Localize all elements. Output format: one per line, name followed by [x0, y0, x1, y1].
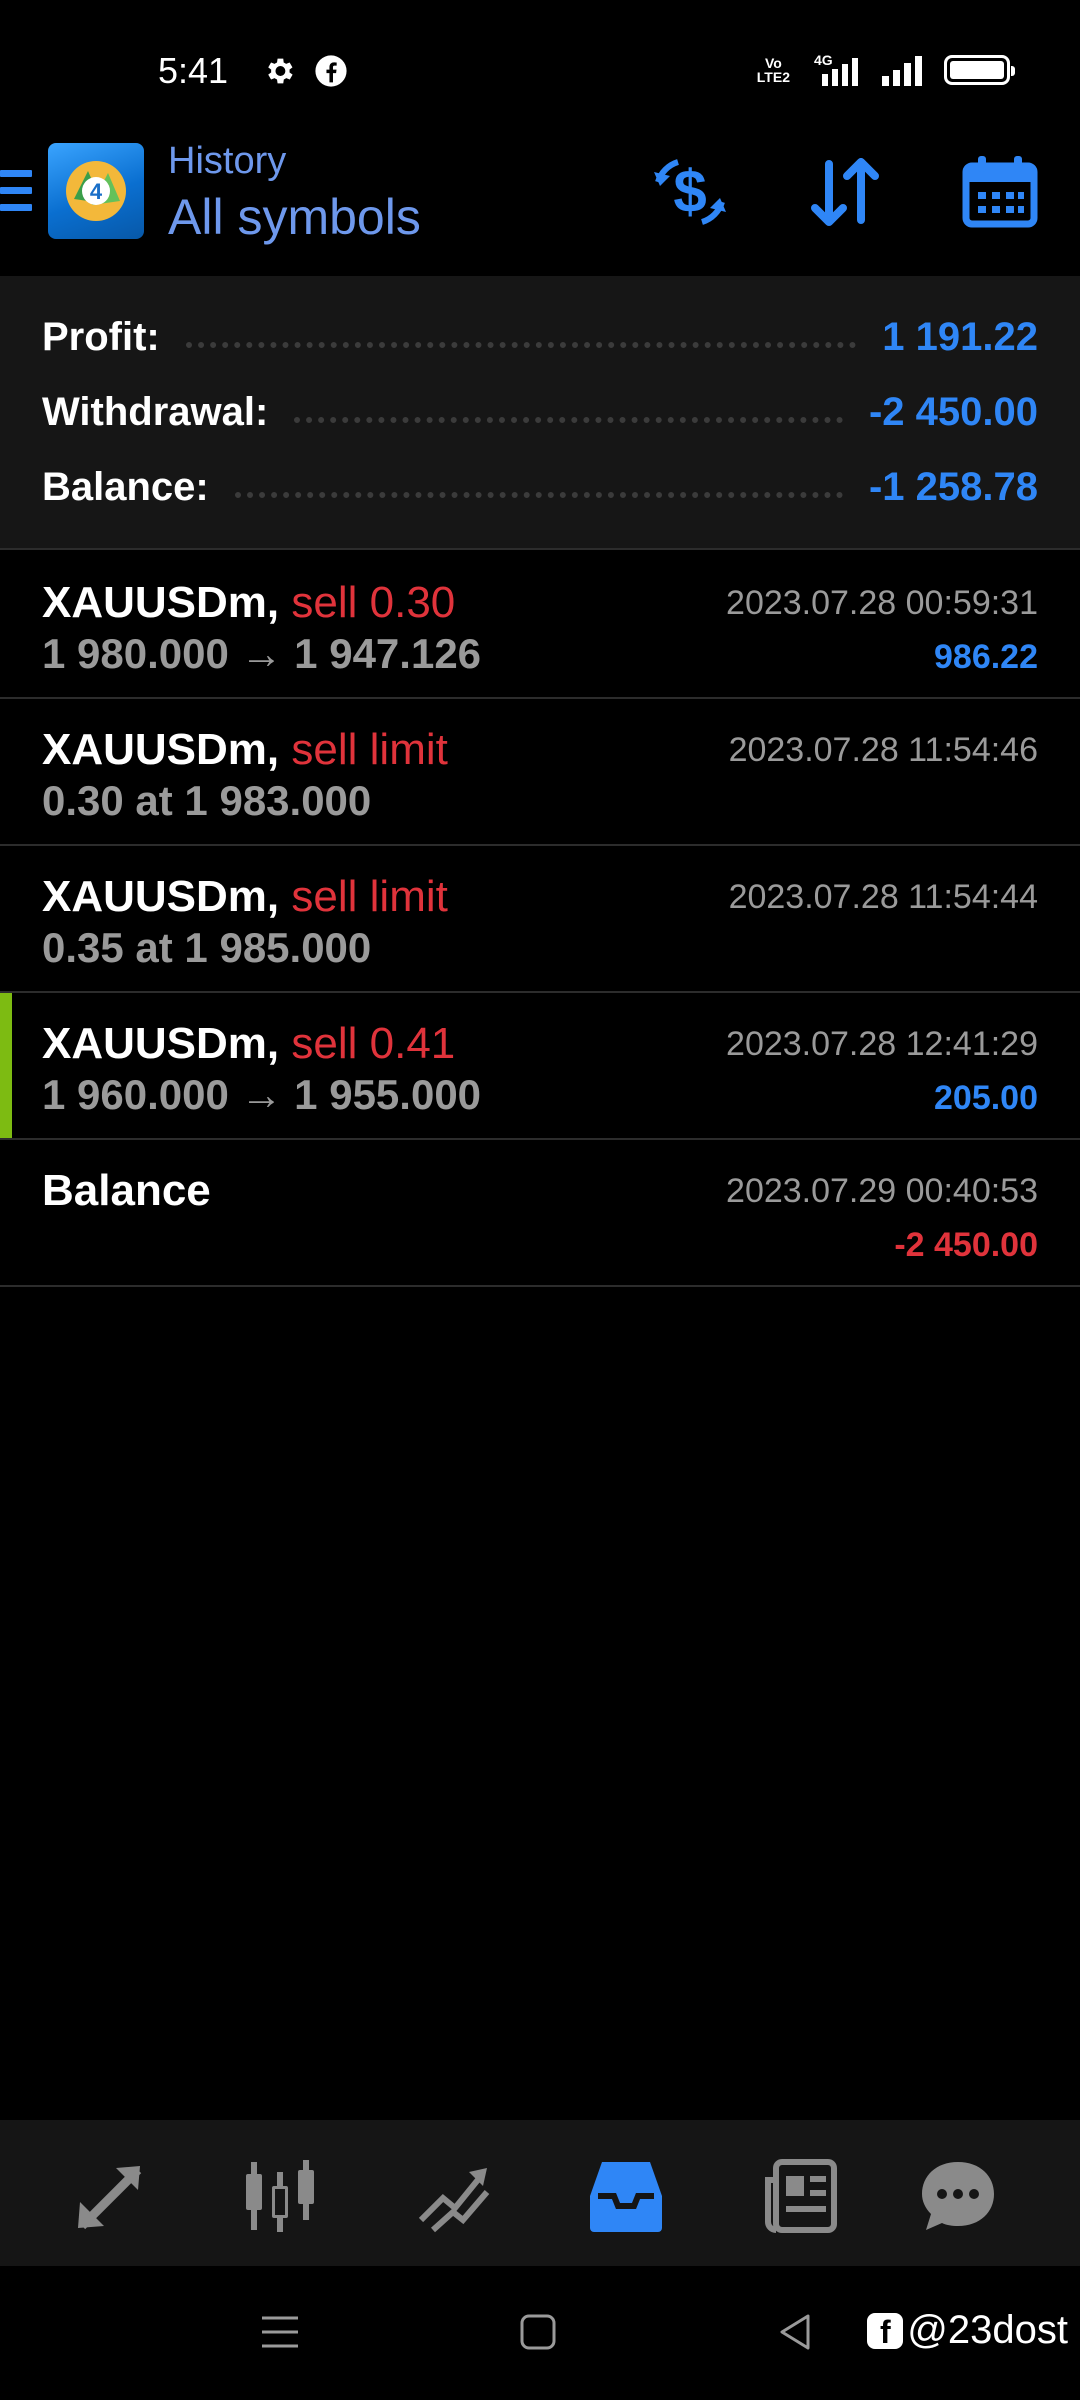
history-summary: Profit: 1 191.22 Withdrawal: -2 450.00 B…	[0, 276, 1080, 550]
row-profit: -2 450.00	[894, 1226, 1038, 1264]
row-price-detail: 1 960.000 → 1 955.000	[42, 1071, 482, 1118]
row-symbol: XAUUSDm,	[42, 578, 280, 627]
dotted-leader	[294, 417, 843, 423]
row-time: 2023.07.29 00:40:53	[726, 1172, 1038, 1210]
row-profit: 986.22	[934, 638, 1038, 676]
history-row-selected[interactable]: XAUUSDm, sell 0.41 1 960.000 → 1 955.000…	[0, 993, 1080, 1140]
withdrawal-value: -2 450.00	[868, 389, 1038, 434]
row-order-type: sell limit	[291, 725, 448, 774]
quotes-tab-icon[interactable]	[70, 2156, 150, 2236]
signal-icon	[882, 56, 922, 86]
row-symbol: XAUUSDm,	[42, 872, 280, 921]
metatrader-logo: 4	[48, 143, 144, 239]
profit-label: Profit:	[42, 314, 160, 359]
page-title: History	[168, 140, 287, 182]
row-time: 2023.07.28 11:54:46	[728, 731, 1038, 769]
symbols-filter[interactable]: All symbols	[168, 188, 421, 246]
trade-tab-icon[interactable]	[415, 2156, 495, 2236]
row-order-type: sell 0.41	[291, 1019, 456, 1068]
profit-value: 1 191.22	[882, 314, 1038, 359]
balance-label: Balance:	[42, 464, 209, 509]
volte-icon: Vo LTE2	[756, 55, 790, 85]
dotted-leader	[234, 492, 843, 498]
chart-tab-icon[interactable]	[240, 2156, 320, 2236]
summary-withdrawal-row: Withdrawal: -2 450.00	[42, 382, 1038, 442]
row-symbol: Balance	[42, 1166, 211, 1215]
watermark: f @23dost	[867, 2308, 1068, 2353]
row-time: 2023.07.28 12:41:29	[726, 1025, 1038, 1063]
sort-arrows-icon[interactable]	[805, 152, 885, 232]
svg-text:$: $	[673, 158, 706, 225]
bottom-tab-bar	[0, 2120, 1080, 2266]
history-tab-icon[interactable]	[586, 2156, 666, 2236]
row-profit: 205.00	[934, 1079, 1038, 1117]
watermark-text: @23dost	[907, 2308, 1068, 2352]
row-price-detail: 0.30 at 1 983.000	[42, 777, 372, 824]
row-price-detail: 0.35 at 1 985.000	[42, 924, 372, 971]
row-time: 2023.07.28 11:54:44	[728, 878, 1038, 916]
summary-balance-row: Balance: -1 258.78	[42, 457, 1038, 517]
signal-4g-icon: 4G	[814, 52, 858, 86]
exchange-dollar-icon[interactable]: $	[650, 152, 730, 232]
recent-apps-icon[interactable]	[258, 2310, 302, 2354]
svg-text:4G: 4G	[814, 52, 833, 68]
balance-value: -1 258.78	[868, 464, 1038, 509]
row-price-detail: 1 980.000 → 1 947.126	[42, 630, 482, 677]
row-time: 2023.07.28 00:59:31	[726, 584, 1038, 622]
calendar-icon[interactable]	[960, 152, 1040, 232]
menu-icon[interactable]	[0, 170, 32, 224]
summary-profit-row: Profit: 1 191.22	[42, 307, 1038, 367]
app-header: 4 History All symbols $	[0, 140, 1080, 276]
history-row[interactable]: XAUUSDm, sell limit 0.35 at 1 985.000 20…	[0, 846, 1080, 993]
row-symbol: XAUUSDm,	[42, 1019, 280, 1068]
history-row[interactable]: XAUUSDm, sell limit 0.30 at 1 983.000 20…	[0, 699, 1080, 846]
history-row[interactable]: XAUUSDm, sell 0.30 1 980.000 → 1 947.126…	[0, 552, 1080, 699]
history-row[interactable]: Balance 2023.07.29 00:40:53 -2 450.00	[0, 1140, 1080, 1287]
battery-icon	[944, 55, 1015, 85]
row-symbol: XAUUSDm,	[42, 725, 280, 774]
dotted-leader	[185, 342, 857, 348]
row-order-type: sell 0.30	[291, 578, 456, 627]
facebook-icon	[315, 55, 347, 87]
selection-marker	[0, 993, 12, 1138]
facebook-badge-icon: f	[867, 2312, 904, 2350]
back-icon[interactable]	[774, 2310, 818, 2354]
svg-text:4: 4	[90, 179, 103, 204]
status-time: 5:41	[158, 50, 229, 91]
news-tab-icon[interactable]	[760, 2156, 840, 2236]
row-order-type: sell limit	[291, 872, 448, 921]
home-icon[interactable]	[516, 2310, 560, 2354]
withdrawal-label: Withdrawal:	[42, 389, 269, 434]
messages-tab-icon[interactable]	[918, 2156, 998, 2236]
history-list: XAUUSDm, sell 0.30 1 980.000 → 1 947.126…	[0, 552, 1080, 1287]
status-bar: 5:41 Vo LTE2 4G	[0, 0, 1080, 140]
system-navigation-bar: f @23dost	[0, 2266, 1080, 2400]
settings-gear-icon	[268, 58, 293, 84]
